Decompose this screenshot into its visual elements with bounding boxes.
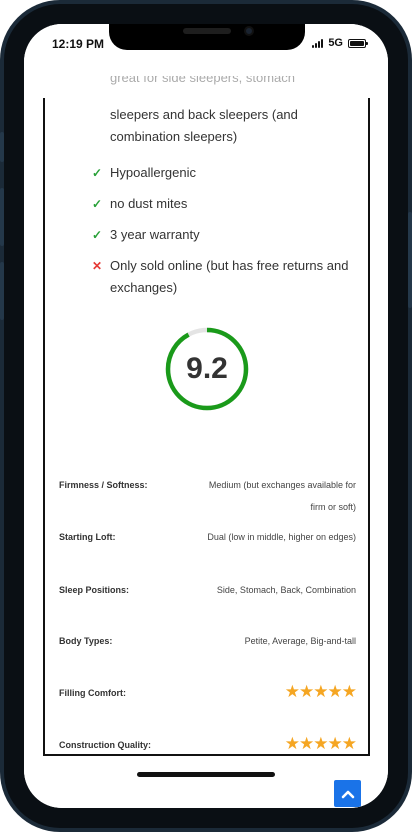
cut-off-line: great for side sleepers, stomach bbox=[110, 76, 295, 85]
phone-frame: 12:19 PM 5G great for side sleepers, sto… bbox=[0, 0, 412, 832]
screen: 12:19 PM 5G great for side sleepers, sto… bbox=[24, 24, 388, 808]
silent-switch bbox=[0, 132, 4, 162]
list-item: ✓ no dust mites bbox=[92, 193, 362, 215]
list-item-text: Hypoallergenic bbox=[110, 165, 196, 180]
check-icon: ✓ bbox=[92, 197, 103, 211]
list-item: ✓ Hypoallergenic bbox=[92, 162, 362, 184]
web-page[interactable]: great for side sleepers, stomach sleeper… bbox=[24, 76, 388, 808]
spec-value: Dual (low in middle, higher on edges) bbox=[207, 532, 356, 542]
cut-off-text-area: great for side sleepers, stomach bbox=[24, 76, 388, 98]
spec-label: Filling Comfort: bbox=[59, 688, 126, 698]
check-icon: ✓ bbox=[92, 228, 103, 242]
spec-label: Starting Loft: bbox=[59, 532, 116, 542]
list-item-text: no dust mites bbox=[110, 196, 188, 211]
volume-down-button bbox=[0, 262, 4, 320]
spec-value: Medium (but exchanges available for firm… bbox=[208, 480, 356, 512]
front-camera bbox=[244, 26, 254, 36]
spec-label: Sleep Positions: bbox=[59, 585, 130, 595]
status-indicators: 5G bbox=[312, 37, 368, 49]
spec-value: Side, Stomach, Back, Combination bbox=[216, 585, 356, 595]
spec-row: Firmness / Softness: Medium (but exchang… bbox=[59, 474, 356, 518]
list-item-text: 3 year warranty bbox=[110, 227, 200, 242]
spec-label: Firmness / Softness: bbox=[59, 480, 148, 490]
spec-row: Construction Quality: ★★★★★ bbox=[59, 734, 357, 756]
list-item: ✕ Only sold online (but has free returns… bbox=[92, 255, 362, 299]
notch bbox=[109, 24, 305, 50]
rating-stars: ★★★★★ bbox=[284, 682, 357, 701]
pros-cons-list: ✓ Hypoallergenic ✓ no dust mites ✓ 3 yea… bbox=[92, 162, 362, 308]
status-time: 12:19 PM bbox=[52, 37, 105, 51]
spec-row: Sleep Positions: Side, Stomach, Back, Co… bbox=[59, 579, 356, 623]
scroll-to-top-button[interactable] bbox=[334, 780, 361, 807]
speaker-grille bbox=[183, 28, 231, 34]
list-item-text: Only sold online (but has free returns a… bbox=[110, 258, 349, 295]
battery-icon bbox=[348, 38, 368, 48]
spec-value: Petite, Average, Big-and-tall bbox=[244, 636, 356, 646]
rating-stars: ★★★★★ bbox=[284, 734, 357, 753]
spec-label: Construction Quality: bbox=[59, 740, 151, 750]
home-indicator[interactable] bbox=[137, 772, 275, 777]
cross-icon: ✕ bbox=[92, 259, 103, 273]
check-icon: ✓ bbox=[92, 166, 103, 180]
volume-up-button bbox=[0, 188, 4, 246]
spec-row: Filling Comfort: ★★★★★ bbox=[59, 682, 357, 704]
pros-continued-text: sleepers and back sleepers (and combinat… bbox=[110, 107, 298, 144]
spec-row: Body Types: Petite, Average, Big-and-tal… bbox=[59, 630, 356, 652]
chevron-up-icon bbox=[341, 790, 354, 798]
score-ring: 9.2 bbox=[164, 326, 250, 412]
score-value: 9.2 bbox=[186, 352, 228, 385]
network-type: 5G bbox=[328, 37, 343, 49]
power-button bbox=[408, 212, 412, 308]
spec-label: Body Types: bbox=[59, 636, 113, 646]
status-bar: 12:19 PM 5G bbox=[24, 24, 388, 76]
spec-row: Starting Loft: Dual (low in middle, high… bbox=[59, 526, 356, 570]
signal-icon bbox=[312, 38, 324, 48]
list-item: ✓ 3 year warranty bbox=[92, 224, 362, 246]
